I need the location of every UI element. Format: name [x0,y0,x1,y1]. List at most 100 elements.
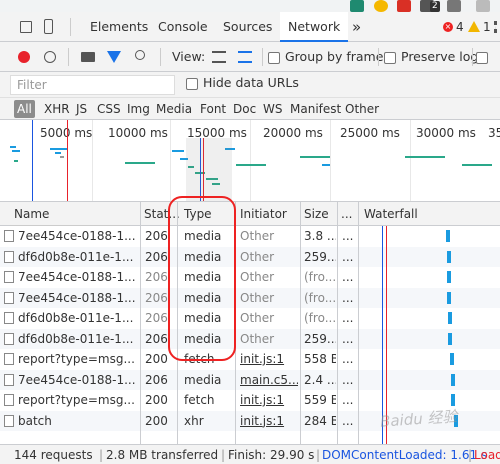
request-type: fetch [184,393,215,407]
type-filter-js[interactable]: JS [76,100,87,118]
load-time: Load: 3.57 [474,448,500,462]
table-row[interactable]: 7ee454ce-0188-1... 206 media Other (fro.....… [0,287,500,308]
status-separator: | [221,448,226,462]
request-initiator: Other [240,311,275,325]
extension-icon[interactable] [350,0,364,12]
request-initiator[interactable]: init.js:1 [240,349,298,369]
table-row[interactable]: df6d0b8e-011e-1... 206 media Other 259...... [0,246,500,267]
preserve-log-label: Preserve log [401,49,479,64]
type-filter-ws[interactable]: WS [263,100,282,118]
tab-elements[interactable]: Elements [90,12,148,42]
annotation-highlight [168,196,236,361]
request-name: 7ee454ce-0188-1... [18,270,136,284]
camera-icon[interactable] [81,52,95,62]
network-status-bar: 144 requests | 2.8 MB transferred | Fini… [0,444,500,464]
checkbox-box[interactable] [186,77,198,90]
request-name: report?type=msg... [18,393,135,407]
table-row[interactable]: 7ee454ce-0188-1... 206 media Other 3.8 .....… [0,226,500,247]
checkbox-box[interactable] [476,51,488,64]
type-filter-media[interactable]: Media [156,100,192,118]
file-icon [4,394,14,406]
request-name: df6d0b8e-011e-1... [18,331,134,346]
checkbox-box[interactable] [384,51,396,64]
column-header-size[interactable]: Size [300,202,329,226]
filter-icon[interactable] [107,51,121,63]
waterfall-bar [446,250,451,263]
request-initiator: Other [240,270,275,284]
browser-extension-bar: 2 [0,0,500,12]
type-filter-img[interactable]: Img [127,100,150,118]
file-icon [4,414,14,427]
warning-icon[interactable] [468,21,480,32]
column-header-initiator[interactable]: Initiator [236,202,287,226]
extension-icon[interactable] [476,0,490,12]
tab-console[interactable]: Console [158,12,208,42]
request-size: 2.4 ... [304,372,336,387]
file-icon [4,271,14,283]
waterfall-bar [448,332,453,345]
request-initiator[interactable]: init.js:1 [240,411,298,431]
type-filter-manifest[interactable]: Manifest [290,100,341,118]
large-rows-icon[interactable] [212,51,226,63]
filter-input[interactable]: Filter [10,75,175,95]
more-tabs-icon[interactable]: » [352,12,361,42]
request-time: ... [342,290,354,305]
table-row[interactable]: 7ee454ce-0188-1... 206 media main.c5... 2.4 … [0,369,500,390]
request-initiator: Other [240,229,275,243]
column-header-time[interactable]: ... [337,202,352,226]
type-filter-doc[interactable]: Doc [233,100,256,118]
overview-tick-label: 10000 ms [108,126,168,140]
status-separator: | [468,448,473,462]
device-toolbar-icon[interactable] [44,19,53,34]
request-time: ... [342,413,354,428]
checkbox-box[interactable] [268,51,280,64]
clear-icon[interactable] [44,51,56,63]
error-icon[interactable]: × [443,22,453,32]
waterfall-bar [446,271,451,283]
type-filter-other[interactable]: Other [345,100,379,118]
inspect-element-icon[interactable] [20,21,32,33]
file-icon [4,291,14,304]
request-initiator[interactable]: init.js:1 [240,390,298,410]
group-by-frame-checkbox[interactable]: Group by frame [268,42,383,72]
request-initiator[interactable]: main.c5... [240,370,298,390]
view-label: View: [172,49,206,64]
request-time: ... [342,352,354,366]
type-filter-css[interactable]: CSS [97,100,121,118]
disable-cache-checkbox[interactable]: D [476,42,500,94]
request-time: ... [342,331,354,346]
status-separator: | [99,448,104,462]
request-size: 259... [304,331,336,346]
search-icon[interactable] [135,50,145,60]
waterfall-bar [449,353,454,365]
extension-badge: 2 [430,1,440,12]
extension-icon[interactable] [397,0,411,12]
table-row[interactable]: 7ee454ce-0188-1... 206 media Other (fro.....… [0,267,500,288]
record-icon[interactable] [18,51,30,63]
column-header-waterfall[interactable]: Waterfall [360,202,418,226]
network-overview-timeline[interactable]: 5000 ms 10000 ms 15000 ms 20000 ms 25000… [0,120,500,202]
overview-tick-label: 30000 ms [416,126,476,140]
type-filter-xhr[interactable]: XHR [44,100,70,118]
menu-icon[interactable] [494,21,497,33]
extension-icon[interactable] [447,0,461,12]
hide-data-urls-label: Hide data URLs [203,75,299,90]
type-filter-font[interactable]: Font [200,100,226,118]
request-time: ... [342,229,354,243]
extension-icon[interactable] [374,0,388,12]
table-row[interactable]: report?type=msg... 200 fetch init.js:1 558 B… [0,349,500,370]
request-name: report?type=msg... [18,352,135,366]
request-time: ... [342,249,354,264]
tab-network[interactable]: Network [280,12,349,42]
request-time: ... [342,393,354,407]
table-row[interactable]: df6d0b8e-011e-1... 206 media Other 259...... [0,328,500,349]
group-by-frame-label: Group by frame [285,49,384,64]
tab-sources[interactable]: Sources [223,12,272,42]
table-row[interactable]: df6d0b8e-011e-1... 206 media Other (fro.....… [0,308,500,329]
request-size: 559 B [304,393,336,407]
preserve-log-checkbox[interactable]: Preserve log [384,42,478,72]
waterfall-overview-icon[interactable] [238,51,252,63]
request-type: xhr [184,413,204,428]
type-filter-all[interactable]: All [14,100,35,118]
hide-data-urls-checkbox[interactable]: Hide data URLs [186,70,299,96]
